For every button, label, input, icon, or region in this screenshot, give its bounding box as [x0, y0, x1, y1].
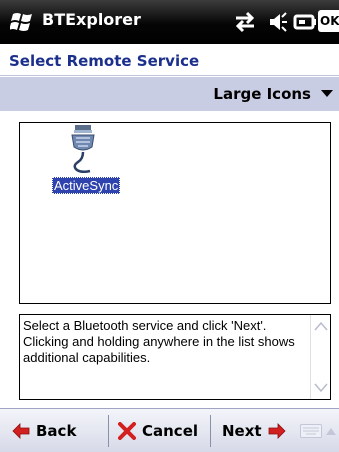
back-label: Back — [36, 422, 77, 440]
volume-icon[interactable] — [268, 10, 288, 34]
hint-box: Select a Bluetooth service and click 'Ne… — [19, 314, 331, 400]
command-bar: Back Cancel Next — [0, 408, 339, 452]
windows-logo-icon[interactable] — [10, 11, 34, 33]
hint-text: Select a Bluetooth service and click 'Ne… — [23, 318, 295, 365]
cancel-label: Cancel — [142, 422, 199, 440]
chevron-up-icon[interactable] — [326, 427, 336, 435]
scroll-down-icon[interactable] — [314, 383, 328, 393]
arrow-right-icon — [268, 423, 286, 439]
back-button[interactable]: Back — [12, 409, 76, 452]
keyboard-icon[interactable] — [300, 424, 322, 438]
connectivity-icon[interactable] — [232, 10, 258, 34]
next-button[interactable]: Next — [222, 409, 286, 452]
service-item-label: ActiveSync — [52, 177, 121, 194]
divider — [210, 415, 211, 447]
next-label: Next — [222, 422, 262, 440]
arrow-left-icon — [12, 423, 30, 439]
title-bar: BTExplorer OK — [0, 0, 339, 44]
divider — [108, 415, 109, 447]
ok-button[interactable]: OK — [318, 10, 339, 32]
cancel-button[interactable]: Cancel — [118, 409, 198, 452]
battery-icon[interactable] — [293, 12, 317, 32]
view-mode-label: Large Icons — [213, 85, 311, 103]
activesync-cable-icon — [71, 125, 95, 174]
service-item-activesync[interactable]: ActiveSync — [52, 125, 122, 205]
view-bar: Large Icons — [0, 77, 339, 111]
close-icon — [118, 422, 136, 440]
page-title: Select Remote Service — [9, 52, 200, 70]
view-mode-dropdown[interactable]: Large Icons — [213, 77, 333, 111]
chevron-down-icon — [321, 90, 333, 97]
hint-scrollbar[interactable] — [310, 315, 330, 399]
app-title: BTExplorer — [42, 10, 141, 29]
page-header: Select Remote Service — [0, 44, 339, 76]
scroll-up-icon[interactable] — [314, 321, 328, 331]
service-list[interactable]: ActiveSync — [19, 122, 331, 304]
